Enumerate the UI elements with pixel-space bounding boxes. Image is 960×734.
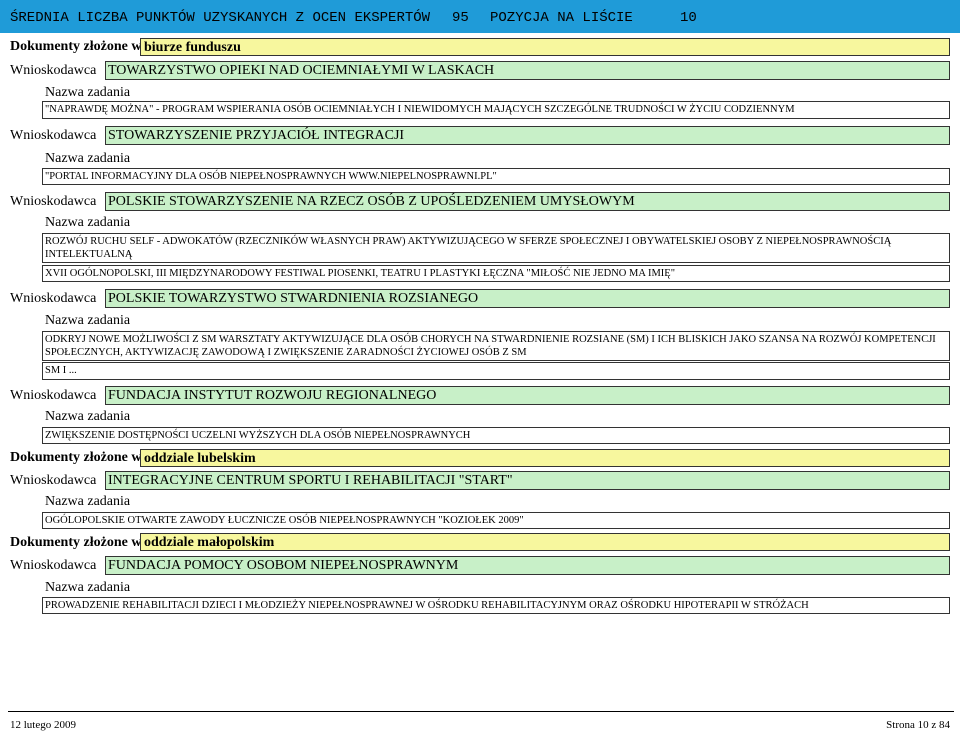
footer-date: 12 lutego 2009 xyxy=(10,719,76,731)
task-box: OGÓLOPOLSKIE OTWARTE ZAWODY ŁUCZNICZE OS… xyxy=(42,512,950,529)
task-label: Nazwa zadania xyxy=(45,151,131,166)
applicant-name: TOWARZYSTWO OPIEKI NAD OCIEMNIAŁYMI W LA… xyxy=(108,63,495,78)
task-box: PROWADZENIE REHABILITACJI DZIECI I MŁODZ… xyxy=(42,597,950,614)
applicant-name: STOWARZYSZENIE PRZYJACIÓŁ INTEGRACJI xyxy=(108,128,405,143)
task-box: "NAPRAWDĘ MOŻNA" - PROGRAM WSPIERANIA OS… xyxy=(42,101,950,119)
applicant-name: POLSKIE TOWARZYSTWO STWARDNIENIA ROZSIAN… xyxy=(108,291,479,306)
applicant-label: Wnioskodawca xyxy=(10,473,97,488)
task-name: ZWIĘKSZENIE DOSTĘPNOŚCI UCZELNI WYŻSZYCH… xyxy=(45,430,471,441)
average-score-value: 95 xyxy=(452,10,469,26)
task-label: Nazwa zadania xyxy=(45,313,131,328)
documents-office-box: oddziale małopolskim xyxy=(140,533,950,551)
footer-page-number: Strona 10 z 84 xyxy=(886,719,950,731)
applicant-label: Wnioskodawca xyxy=(10,388,97,403)
task-name: OGÓLOPOLSKIE OTWARTE ZAWODY ŁUCZNICZE OS… xyxy=(45,515,524,526)
applicant-name: INTEGRACYJNE CENTRUM SPORTU I REHABILITA… xyxy=(108,473,513,488)
applicant-name: FUNDACJA INSTYTUT ROZWOJU REGIONALNEGO xyxy=(108,388,437,403)
applicant-box: FUNDACJA POMOCY OSOBOM NIEPEŁNOSPRAWNYM xyxy=(105,556,950,575)
task-name: "PORTAL INFORMACYJNY DLA OSÓB NIEPEŁNOSP… xyxy=(45,171,497,182)
applicant-box: INTEGRACYJNE CENTRUM SPORTU I REHABILITA… xyxy=(105,471,950,490)
documents-office: oddziale lubelskim xyxy=(144,451,256,466)
task-label: Nazwa zadania xyxy=(45,494,131,509)
task-box: SM I ... xyxy=(42,362,950,380)
footer-divider xyxy=(8,711,954,712)
applicant-name: FUNDACJA POMOCY OSOBOM NIEPEŁNOSPRAWNYM xyxy=(108,558,459,573)
task-label: Nazwa zadania xyxy=(45,409,131,424)
applicant-box: STOWARZYSZENIE PRZYJACIÓŁ INTEGRACJI xyxy=(105,126,950,145)
applicant-name: POLSKIE STOWARZYSZENIE NA RZECZ OSÓB Z U… xyxy=(108,194,635,209)
task-name: PROWADZENIE REHABILITACJI DZIECI I MŁODZ… xyxy=(45,600,809,611)
documents-office-box: biurze funduszu xyxy=(140,38,950,56)
documents-office-box: oddziale lubelskim xyxy=(140,449,950,467)
task-label: Nazwa zadania xyxy=(45,580,131,595)
documents-office: oddziale małopolskim xyxy=(144,535,275,550)
task-name: SM I ... xyxy=(45,365,77,376)
task-name: ODKRYJ NOWE MOŻLIWOŚCI Z SM WARSZTATY AK… xyxy=(45,334,936,358)
applicant-box: FUNDACJA INSTYTUT ROZWOJU REGIONALNEGO xyxy=(105,386,950,405)
average-score-label: ŚREDNIA LICZBA PUNKTÓW UZYSKANYCH Z OCEN… xyxy=(10,10,431,26)
applicant-label: Wnioskodawca xyxy=(10,63,97,78)
list-position-value: 10 xyxy=(680,10,697,26)
applicant-label: Wnioskodawca xyxy=(10,194,97,209)
applicant-box: POLSKIE TOWARZYSTWO STWARDNIENIA ROZSIAN… xyxy=(105,289,950,308)
task-box: "PORTAL INFORMACYJNY DLA OSÓB NIEPEŁNOSP… xyxy=(42,168,950,185)
task-name: XVII OGÓLNOPOLSKI, III MIĘDZYNARODOWY FE… xyxy=(45,268,675,279)
documents-label: Dokumenty złożone w xyxy=(10,39,142,54)
applicant-box: POLSKIE STOWARZYSZENIE NA RZECZ OSÓB Z U… xyxy=(105,192,950,211)
documents-label: Dokumenty złożone w xyxy=(10,535,142,550)
applicant-label: Wnioskodawca xyxy=(10,128,97,143)
task-name: "NAPRAWDĘ MOŻNA" - PROGRAM WSPIERANIA OS… xyxy=(45,104,795,115)
task-box: ZWIĘKSZENIE DOSTĘPNOŚCI UCZELNI WYŻSZYCH… xyxy=(42,427,950,444)
task-box: ODKRYJ NOWE MOŻLIWOŚCI Z SM WARSZTATY AK… xyxy=(42,331,950,361)
task-label: Nazwa zadania xyxy=(45,215,131,230)
task-label: Nazwa zadania xyxy=(45,85,131,100)
documents-label: Dokumenty złożone w xyxy=(10,450,142,465)
header-bar: ŚREDNIA LICZBA PUNKTÓW UZYSKANYCH Z OCEN… xyxy=(0,0,960,33)
task-name: ROZWÓJ RUCHU SELF - ADWOKATÓW (RZECZNIKÓ… xyxy=(45,236,892,260)
task-box: ROZWÓJ RUCHU SELF - ADWOKATÓW (RZECZNIKÓ… xyxy=(42,233,950,263)
applicant-label: Wnioskodawca xyxy=(10,291,97,306)
documents-office: biurze funduszu xyxy=(144,40,241,55)
applicant-label: Wnioskodawca xyxy=(10,558,97,573)
task-box: XVII OGÓLNOPOLSKI, III MIĘDZYNARODOWY FE… xyxy=(42,265,950,282)
list-position-label: POZYCJA NA LIŚCIE xyxy=(490,10,633,26)
applicant-box: TOWARZYSTWO OPIEKI NAD OCIEMNIAŁYMI W LA… xyxy=(105,61,950,80)
